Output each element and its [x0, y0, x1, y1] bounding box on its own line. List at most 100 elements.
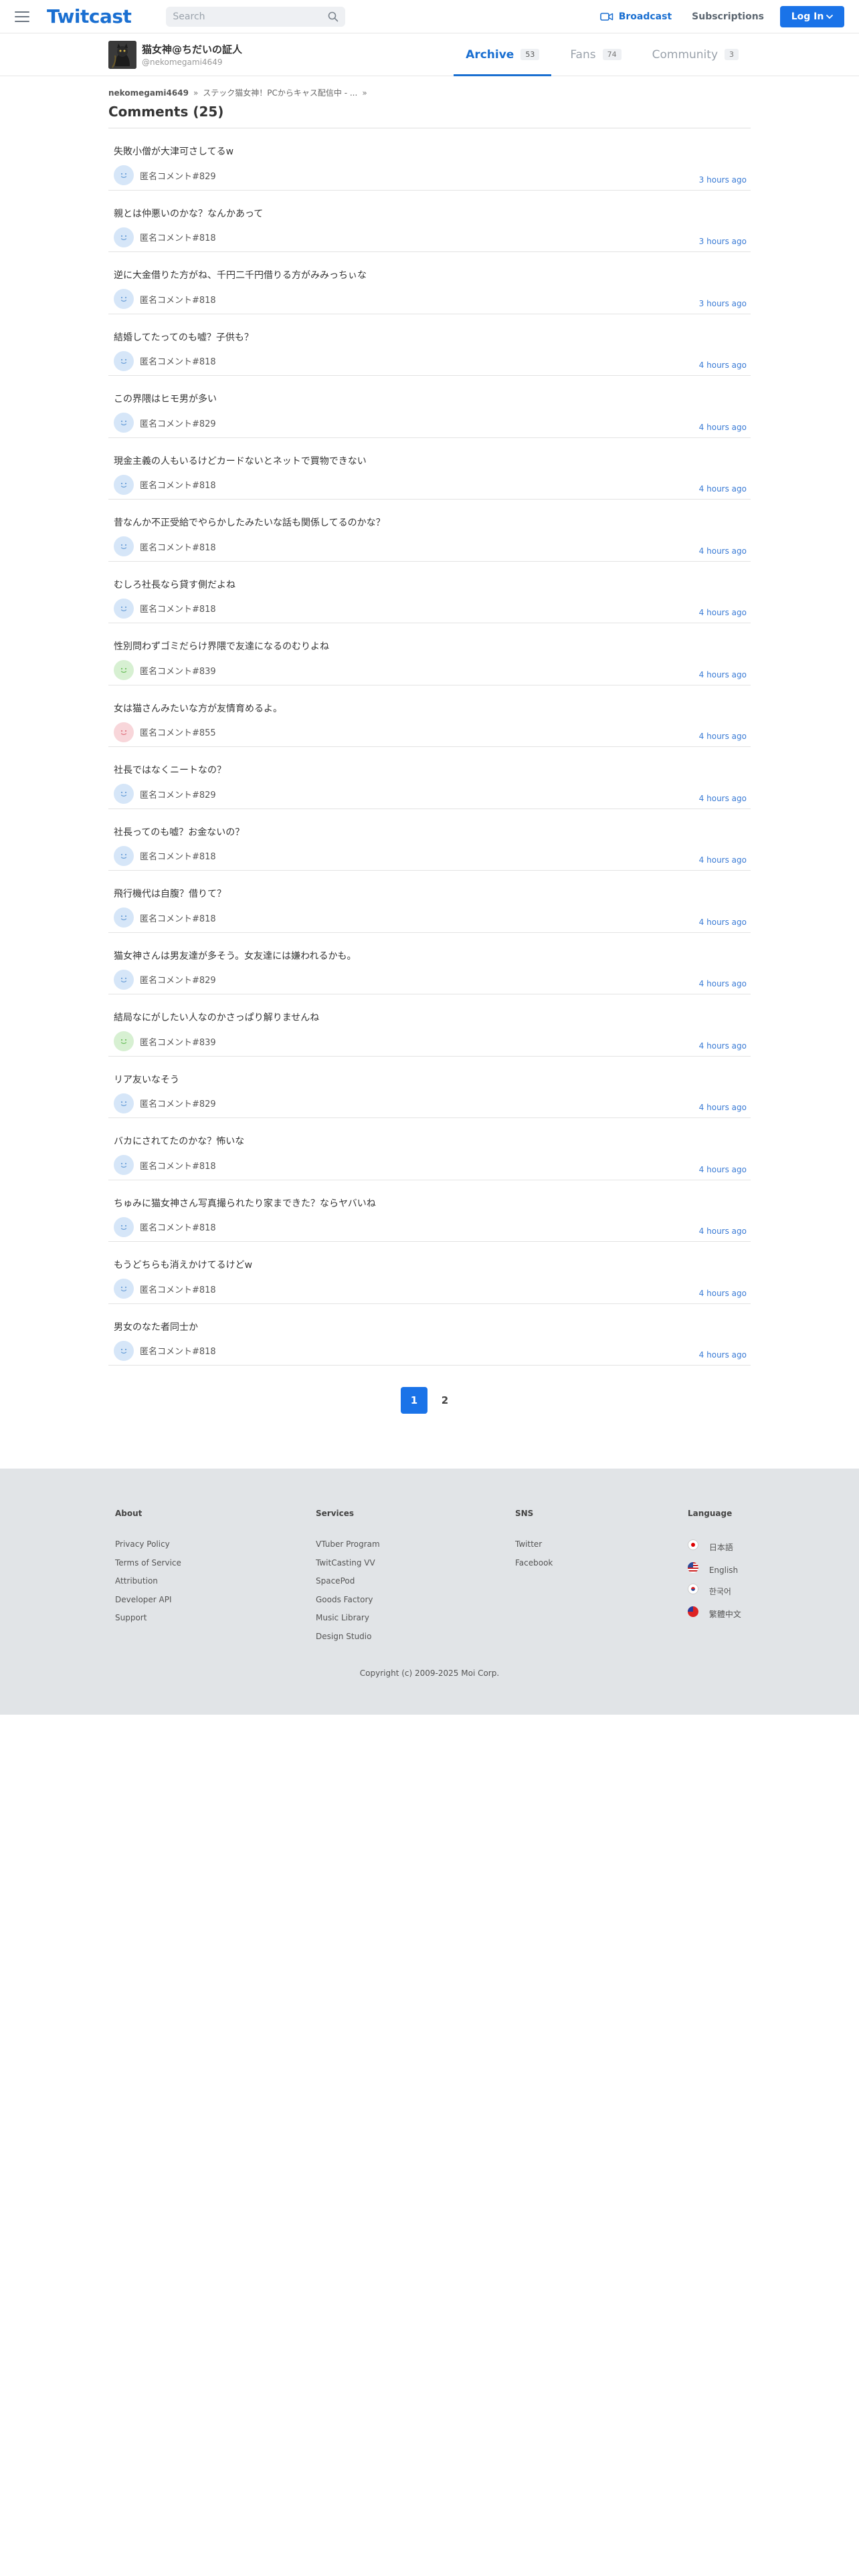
footer-link-twitter[interactable]: Twitter — [515, 1539, 688, 1549]
comment-author[interactable]: 匿名コメント#818 — [140, 1159, 216, 1172]
breadcrumb-movie[interactable]: ステック猫女神！PCからキャス配信中 - ... — [203, 87, 357, 98]
language-japanese[interactable]: 日本語 — [688, 1539, 741, 1553]
comment-author[interactable]: 匿名コメント#818 — [140, 1344, 216, 1357]
smiley-avatar-icon[interactable] — [114, 1279, 134, 1299]
footer-link-twitcasting-vv[interactable]: TwitCasting VV — [316, 1558, 515, 1568]
comment-author[interactable]: 匿名コメント#829 — [140, 417, 216, 429]
comment-time[interactable]: 4 hours ago — [699, 732, 747, 741]
tab-archive[interactable]: Archive 53 — [454, 33, 552, 76]
comment-time[interactable]: 4 hours ago — [699, 794, 747, 803]
subscriptions-link[interactable]: Subscriptions — [692, 11, 764, 22]
broadcast-button[interactable]: Broadcast — [599, 11, 672, 22]
search-input[interactable] — [173, 11, 328, 22]
smiley-avatar-icon[interactable] — [114, 1340, 134, 1361]
comment-author[interactable]: 匿名コメント#818 — [140, 354, 216, 367]
comment-text: 性別問わずゴミだらけ界隈で友達になるのむりよね — [114, 641, 329, 652]
comment-time[interactable]: 4 hours ago — [699, 1041, 747, 1051]
comment-author[interactable]: 匿名コメント#829 — [140, 1097, 216, 1109]
comment-author[interactable]: 匿名コメント#818 — [140, 911, 216, 924]
language-korean[interactable]: 한국어 — [688, 1584, 741, 1597]
comment-author[interactable]: 匿名コメント#818 — [140, 478, 216, 491]
comment-time[interactable]: 4 hours ago — [699, 546, 747, 556]
comment-author[interactable]: 匿名コメント#818 — [140, 231, 216, 243]
footer-link-facebook[interactable]: Facebook — [515, 1558, 688, 1568]
footer-link-vtuber[interactable]: VTuber Program — [316, 1539, 515, 1549]
site-logo[interactable]: Twitcast — [47, 5, 132, 27]
smiley-avatar-icon[interactable] — [114, 1031, 134, 1051]
user-avatar[interactable] — [108, 40, 136, 69]
comment-author[interactable]: 匿名コメント#829 — [140, 973, 216, 986]
language-label: 繁體中文 — [708, 1609, 741, 1619]
comment-author[interactable]: 匿名コメント#839 — [140, 1035, 216, 1048]
comment-item: 男女のなた者同士か 匿名コメント#818 4 hours ago — [108, 1304, 751, 1366]
smiley-avatar-icon[interactable] — [114, 474, 134, 495]
smiley-avatar-icon[interactable] — [114, 660, 134, 680]
smiley-avatar-icon[interactable] — [114, 536, 134, 556]
smiley-avatar-icon[interactable] — [114, 413, 134, 433]
smiley-avatar-icon[interactable] — [114, 907, 134, 928]
smiley-avatar-icon[interactable] — [114, 1093, 134, 1113]
smiley-avatar-icon[interactable] — [114, 969, 134, 990]
smiley-avatar-icon[interactable] — [114, 1155, 134, 1175]
breadcrumb-user[interactable]: nekomegami4649 — [108, 88, 189, 98]
comment-author[interactable]: 匿名コメント#818 — [140, 1283, 216, 1295]
comment-time[interactable]: 4 hours ago — [699, 670, 747, 679]
comment-time[interactable]: 4 hours ago — [699, 423, 747, 432]
smiley-avatar-icon[interactable] — [114, 845, 134, 866]
comment-author[interactable]: 匿名コメント#839 — [140, 664, 216, 677]
footer-link-design-studio[interactable]: Design Studio — [316, 1632, 515, 1641]
menu-icon[interactable] — [15, 11, 29, 22]
comment-time[interactable]: 4 hours ago — [699, 1165, 747, 1174]
footer-link-support[interactable]: Support — [115, 1613, 316, 1622]
smiley-avatar-icon[interactable] — [114, 227, 134, 247]
comment-item: バカにされてたのかな？怖いな 匿名コメント#818 4 hours ago — [108, 1118, 751, 1180]
login-button[interactable]: Log In — [780, 5, 844, 27]
comment-author[interactable]: 匿名コメント#818 — [140, 602, 216, 615]
comment-time[interactable]: 3 hours ago — [699, 299, 747, 308]
smiley-avatar-icon[interactable] — [114, 598, 134, 619]
smiley-avatar-icon[interactable] — [114, 165, 134, 185]
tab-community[interactable]: Community 3 — [640, 33, 751, 76]
comment-author[interactable]: 匿名コメント#818 — [140, 293, 216, 306]
comment-time[interactable]: 4 hours ago — [699, 979, 747, 988]
comment-time[interactable]: 4 hours ago — [699, 1226, 747, 1236]
comment-time[interactable]: 4 hours ago — [699, 360, 747, 370]
comment-time[interactable]: 4 hours ago — [699, 1289, 747, 1298]
smiley-avatar-icon[interactable] — [114, 784, 134, 804]
footer-link-terms[interactable]: Terms of Service — [115, 1558, 316, 1568]
comment-time[interactable]: 3 hours ago — [699, 237, 747, 246]
comment-time[interactable]: 4 hours ago — [699, 855, 747, 865]
comment-author[interactable]: 匿名コメント#818 — [140, 1220, 216, 1233]
comment-author[interactable]: 匿名コメント#829 — [140, 788, 216, 800]
comment-time[interactable]: 4 hours ago — [699, 608, 747, 617]
comment-time[interactable]: 4 hours ago — [699, 918, 747, 927]
comment-time[interactable]: 4 hours ago — [699, 1350, 747, 1360]
comment-item: 性別問わずゴミだらけ界隈で友達になるのむりよね匿名コメント#839 4 hours… — [108, 623, 751, 685]
smiley-avatar-icon[interactable] — [114, 1216, 134, 1237]
footer-link-privacy[interactable]: Privacy Policy — [115, 1539, 316, 1549]
comment-time[interactable]: 4 hours ago — [699, 484, 747, 494]
comment-author[interactable]: 匿名コメント#818 — [140, 849, 216, 862]
smiley-avatar-icon[interactable] — [114, 350, 134, 371]
comment-time[interactable]: 3 hours ago — [699, 175, 747, 185]
comment-author[interactable]: 匿名コメント#818 — [140, 540, 216, 553]
comment-author[interactable]: 匿名コメント#855 — [140, 726, 216, 738]
user-name[interactable]: 猫女神@ちだいの証人 — [142, 42, 242, 56]
language-english[interactable]: English — [688, 1562, 741, 1575]
footer-link-attribution[interactable]: Attribution — [115, 1576, 316, 1586]
smiley-avatar-icon[interactable] — [114, 722, 134, 742]
comment-time[interactable]: 4 hours ago — [699, 1103, 747, 1112]
footer-link-goods-factory[interactable]: Goods Factory — [316, 1595, 515, 1604]
language-traditional-chinese[interactable]: 繁體中文 — [688, 1606, 741, 1620]
search-icon[interactable] — [328, 11, 339, 22]
search-box[interactable] — [166, 6, 346, 27]
footer-link-music-library[interactable]: Music Library — [316, 1613, 515, 1622]
comment-author[interactable]: 匿名コメント#829 — [140, 169, 216, 182]
broadcast-label: Broadcast — [618, 11, 672, 22]
smiley-avatar-icon[interactable] — [114, 289, 134, 309]
footer-link-spacepod[interactable]: SpacePod — [316, 1576, 515, 1586]
page-1-button[interactable]: 1 — [401, 1387, 427, 1414]
page-2-button[interactable]: 2 — [432, 1387, 458, 1414]
footer-link-developer-api[interactable]: Developer API — [115, 1595, 316, 1604]
tab-fans[interactable]: Fans 74 — [558, 33, 633, 76]
